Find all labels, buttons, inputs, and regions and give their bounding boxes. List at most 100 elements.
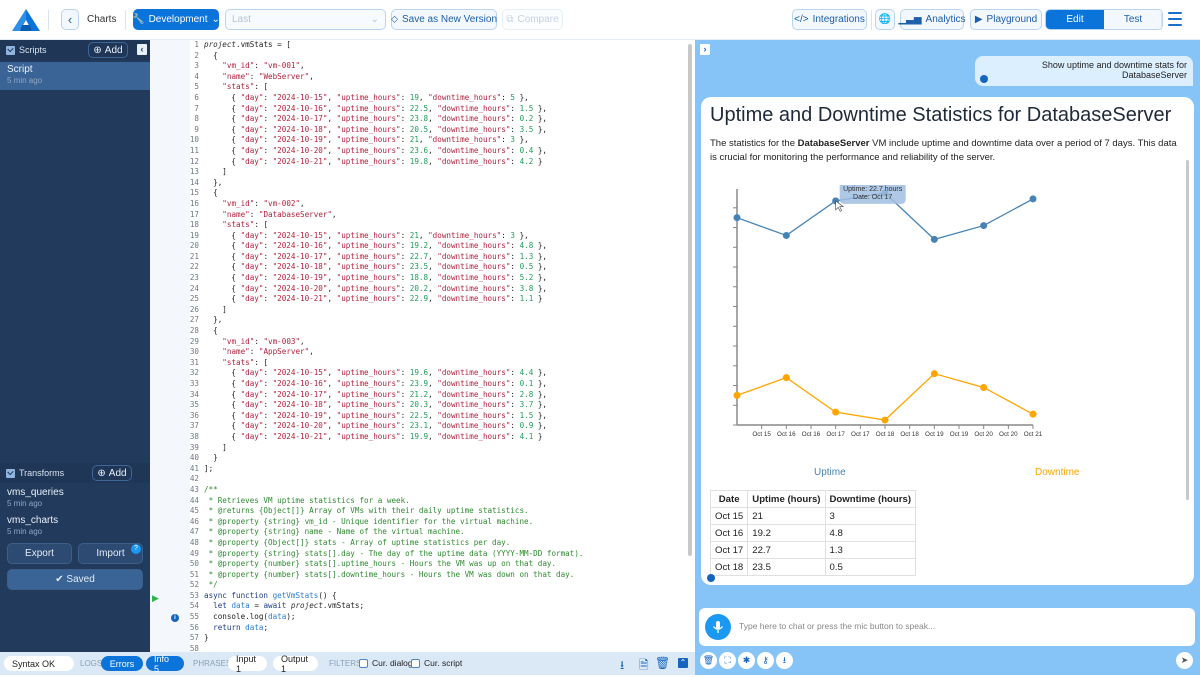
globe-button[interactable]: 🌐 [875, 9, 895, 30]
data-point-uptime [980, 222, 987, 229]
code-line: 5 "stats": [ [150, 82, 583, 93]
add-script-button[interactable]: ⊕Add [88, 42, 128, 58]
table-row: Oct 15213 [711, 508, 916, 525]
analytics-button[interactable]: ▁▃▅Analytics [900, 9, 964, 30]
sidebar-item-vms-queries[interactable]: vms_queries 5 min ago [0, 485, 150, 513]
collapse-chat-icon[interactable]: › [700, 44, 710, 55]
breadcrumb-charts[interactable]: Charts [87, 14, 116, 25]
input-filter[interactable]: Input 1 [228, 656, 267, 671]
chat-panel: › Show uptime and downtime stats for Dat… [695, 40, 1200, 675]
table-header: Uptime (hours) [748, 491, 825, 508]
editor-scrollbar[interactable] [688, 44, 692, 556]
data-point-downtime [734, 392, 741, 399]
table-row: Oct 1722.71.3 [711, 542, 916, 559]
integrations-button[interactable]: </>Integrations [792, 9, 867, 30]
save-as-new-version-button[interactable]: ⬦Save as New Version [391, 9, 497, 30]
code-line: 11 { "day": "2024-10-20", "uptime_hours"… [150, 146, 583, 157]
code-line: 21 { "day": "2024-10-17", "uptime_hours"… [150, 252, 583, 263]
status-bar: Syntax OK LOGS Errors Info 5 PHRASES Inp… [0, 652, 695, 675]
sidebar-item-vms-charts[interactable]: vms_charts 5 min ago [0, 513, 150, 541]
sidebar-item-script[interactable]: Script 5 min ago [0, 62, 150, 90]
x-tick-label: Oct 18 [876, 431, 895, 438]
chevron-down-icon [6, 469, 15, 478]
trash-icon[interactable]: 🗑 [655, 656, 670, 670]
collapse-sidebar-icon[interactable]: ‹ [137, 44, 147, 55]
code-line: 12 { "day": "2024-10-21", "uptime_hours"… [150, 157, 583, 168]
code-line: 57} [150, 633, 583, 644]
code-line: 39 ] [150, 443, 583, 454]
code-line: 26 ] [150, 305, 583, 316]
errors-filter[interactable]: Errors [101, 656, 143, 671]
code-line: 22 { "day": "2024-10-18", "uptime_hours"… [150, 262, 583, 273]
divider [48, 10, 49, 30]
playground-button[interactable]: ▶Playground [970, 9, 1042, 30]
response-action-icon[interactable] [707, 574, 715, 582]
x-tick-label: Oct 15 [752, 431, 771, 438]
divider [125, 10, 126, 30]
tab-test[interactable]: Test [1104, 10, 1162, 29]
response-scrollbar[interactable] [1186, 160, 1189, 500]
info-filter[interactable]: Info 5 [146, 656, 184, 671]
debug-button[interactable]: ✱ [738, 652, 755, 669]
send-button[interactable]: ➤ [1176, 652, 1193, 669]
saved-button[interactable]: ✔ Saved [7, 569, 143, 590]
compare-button[interactable]: ⧉Compare [502, 9, 563, 30]
x-tick-label: Oct 16 [802, 431, 821, 438]
chat-input-box[interactable]: Type here to chat or press the mic butto… [699, 608, 1195, 646]
uptime-downtime-chart: 0246810121416182022Oct 15Oct 16Oct 16Oct… [731, 185, 1051, 455]
message-action-icon[interactable] [980, 75, 988, 83]
export-button[interactable]: Export [7, 543, 72, 564]
download-button[interactable]: ⭳ [776, 652, 793, 669]
mic-button[interactable] [705, 614, 731, 640]
code-line: 53async function getVmStats() { [150, 591, 583, 602]
legend-downtime[interactable]: Downtime [1035, 467, 1079, 478]
code-line: 25 { "day": "2024-10-21", "uptime_hours"… [150, 294, 583, 305]
divider [871, 10, 872, 30]
tab-edit[interactable]: Edit [1046, 10, 1104, 29]
code-line: 40 } [150, 453, 583, 464]
code-line: 15 { [150, 188, 583, 199]
legend-uptime[interactable]: Uptime [814, 467, 846, 478]
expand-panel-icon[interactable]: ⌃ [678, 658, 688, 668]
export-file-icon[interactable]: 🗎 [639, 656, 649, 677]
code-line: 35 { "day": "2024-10-18", "uptime_hours"… [150, 400, 583, 411]
code-line: 42 [150, 474, 583, 485]
transforms-section-header[interactable]: Transforms ⊕Add [0, 463, 150, 483]
add-transform-button[interactable]: ⊕Add [92, 465, 132, 481]
code-icon: </> [794, 14, 808, 25]
data-point-downtime [931, 370, 938, 377]
code-line: 36 { "day": "2024-10-19", "uptime_hours"… [150, 411, 583, 422]
code-line: 14 }, [150, 178, 583, 189]
code-editor[interactable]: 1project.vmStats = [2 {3 "vm_id": "vm-00… [150, 40, 690, 652]
cur-script-checkbox[interactable]: Cur. script [411, 658, 462, 668]
code-line: 33 { "day": "2024-10-16", "uptime_hours"… [150, 379, 583, 390]
code-line: 19 { "day": "2024-10-15", "uptime_hours"… [150, 231, 583, 242]
code-line: 49 * @property {string} stats[].day - Th… [150, 549, 583, 560]
clear-chat-button[interactable]: 🗑 [700, 652, 717, 669]
data-point-downtime [832, 409, 839, 416]
code-line: 28 { [150, 326, 583, 337]
info-icon[interactable]: i [171, 614, 179, 622]
code-line: 38 { "day": "2024-10-21", "uptime_hours"… [150, 432, 583, 443]
logs-label: LOGS [80, 659, 102, 668]
filters-label: FILTERS [329, 659, 361, 668]
help-icon[interactable]: ? [131, 544, 141, 554]
code-content[interactable]: 1project.vmStats = [2 {3 "vm_id": "vm-00… [150, 40, 583, 652]
back-button[interactable]: ‹ [61, 9, 79, 30]
scripts-section-header[interactable]: Scripts ⊕Add ‹ [0, 40, 150, 60]
download-logs-icon[interactable]: ⭳ [620, 656, 624, 677]
hamburger-menu-icon[interactable] [1168, 12, 1182, 26]
assistant-response: Uptime and Downtime Statistics for Datab… [701, 97, 1194, 585]
code-line: 48 * @property {Object[]} stats - Array … [150, 538, 583, 549]
output-filter[interactable]: Output 1 [273, 656, 318, 671]
plus-circle-icon: ⊕ [97, 468, 105, 479]
scan-button[interactable]: ⛶ [719, 652, 736, 669]
code-line: 1project.vmStats = [ [150, 40, 583, 51]
run-arrow-icon[interactable]: ▶ [152, 593, 159, 604]
data-point-downtime [980, 384, 987, 391]
version-select[interactable]: Last⌄ [225, 9, 386, 30]
cur-dialog-checkbox[interactable]: Cur. dialog [359, 658, 413, 668]
mode-toggle: Edit Test [1045, 9, 1163, 30]
key-button[interactable]: ⚷ [757, 652, 774, 669]
environment-dropdown[interactable]: 🔧Development⌄ [133, 9, 219, 30]
